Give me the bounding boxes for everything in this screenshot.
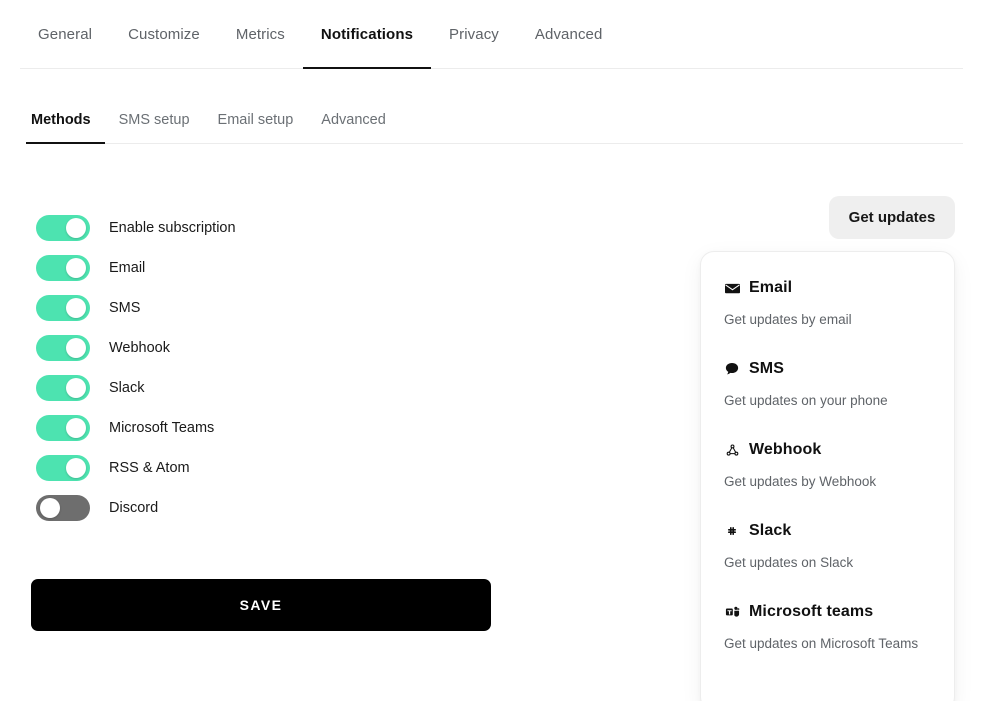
panel-item-header: Slack: [724, 522, 930, 540]
save-button[interactable]: SAVE: [31, 579, 491, 631]
tab-label: Notifications: [321, 26, 413, 43]
panel-item-description: Get updates by Webhook: [724, 472, 930, 492]
tab-customize[interactable]: Customize: [110, 0, 218, 69]
panel-item-header: Microsoft teams: [724, 603, 930, 621]
panel-item-slack[interactable]: Slack Get updates on Slack: [701, 522, 954, 573]
panel-item-header: SMS: [724, 360, 930, 378]
envelope-icon: [724, 280, 740, 296]
panel-item-description: Get updates by email: [724, 310, 930, 330]
toggle-row-microsoft-teams[interactable]: Microsoft Teams: [36, 408, 496, 448]
subtab-label: Advanced: [321, 112, 386, 128]
panel-item-header: Webhook: [724, 441, 930, 459]
tab-notifications[interactable]: Notifications: [303, 0, 431, 69]
toggle-label: Discord: [109, 500, 158, 516]
panel-item-title: Microsoft teams: [749, 603, 873, 621]
toggle-knob: [66, 418, 86, 438]
toggle-label: Enable subscription: [109, 220, 236, 236]
toggle-knob: [66, 258, 86, 278]
toggle-row-webhook[interactable]: Webhook: [36, 328, 496, 368]
panel-item-description: Get updates on Microsoft Teams: [724, 634, 930, 654]
toggle-switch-email[interactable]: [36, 255, 90, 281]
notifications-subtab-bar: Methods SMS setup Email setup Advanced: [26, 96, 963, 144]
tab-privacy[interactable]: Privacy: [431, 0, 517, 69]
notification-methods-list: Enable subscription Email SMS Webhook Slack M…: [36, 208, 496, 528]
subtab-sms-setup[interactable]: SMS setup: [105, 96, 204, 144]
toggle-switch-rss-and-atom[interactable]: [36, 455, 90, 481]
toggle-row-discord[interactable]: Discord: [36, 488, 496, 528]
panel-item-title: Slack: [749, 522, 791, 540]
tab-label: Metrics: [236, 26, 285, 43]
toggle-switch-webhook[interactable]: [36, 335, 90, 361]
toggle-switch-enable-subscription[interactable]: [36, 215, 90, 241]
panel-item-title: Email: [749, 279, 792, 297]
toggle-label: Webhook: [109, 340, 170, 356]
subtab-advanced[interactable]: Advanced: [307, 96, 400, 144]
toggle-knob: [40, 498, 60, 518]
panel-item-description: Get updates on your phone: [724, 391, 930, 411]
toggle-row-slack[interactable]: Slack: [36, 368, 496, 408]
chat-bubble-icon: [724, 361, 740, 377]
toggle-knob: [66, 218, 86, 238]
settings-tab-bar: General Customize Metrics Notifications Priv…: [20, 0, 963, 69]
toggle-label: Email: [109, 260, 145, 276]
toggle-switch-sms[interactable]: [36, 295, 90, 321]
toggle-switch-slack[interactable]: [36, 375, 90, 401]
toggle-label: Slack: [109, 380, 144, 396]
toggle-row-email[interactable]: Email: [36, 248, 496, 288]
toggle-row-sms[interactable]: SMS: [36, 288, 496, 328]
toggle-knob: [66, 378, 86, 398]
tab-label: Advanced: [535, 26, 603, 43]
panel-item-header: Email: [724, 279, 930, 297]
toggle-row-enable-subscription[interactable]: Enable subscription: [36, 208, 496, 248]
panel-item-title: Webhook: [749, 441, 821, 459]
subtab-label: Email setup: [218, 112, 294, 128]
panel-item-webhook[interactable]: Webhook Get updates by Webhook: [701, 441, 954, 492]
toggle-switch-microsoft-teams[interactable]: [36, 415, 90, 441]
panel-item-sms[interactable]: SMS Get updates on your phone: [701, 360, 954, 411]
get-updates-button[interactable]: Get updates: [829, 196, 955, 239]
webhook-icon: [724, 442, 740, 458]
subtab-label: Methods: [31, 112, 91, 128]
toggle-row-rss-and-atom[interactable]: RSS & Atom: [36, 448, 496, 488]
toggle-label: Microsoft Teams: [109, 420, 214, 436]
toggle-knob: [66, 298, 86, 318]
toggle-knob: [66, 458, 86, 478]
tab-label: Customize: [128, 26, 200, 43]
toggle-label: RSS & Atom: [109, 460, 190, 476]
subtab-email-setup[interactable]: Email setup: [204, 96, 308, 144]
toggle-knob: [66, 338, 86, 358]
tab-label: Privacy: [449, 26, 499, 43]
slack-icon: [724, 523, 740, 539]
panel-item-email[interactable]: Email Get updates by email: [701, 279, 954, 330]
subtab-label: SMS setup: [119, 112, 190, 128]
toggle-label: SMS: [109, 300, 140, 316]
tab-general[interactable]: General: [20, 0, 110, 69]
tab-metrics[interactable]: Metrics: [218, 0, 303, 69]
tab-label: General: [38, 26, 92, 43]
microsoft-teams-icon: [724, 604, 740, 620]
panel-item-microsoft-teams[interactable]: Microsoft teams Get updates on Microsoft …: [701, 603, 954, 654]
get-updates-dropdown-panel: Email Get updates by email SMS Get updates …: [700, 251, 955, 701]
subtab-methods[interactable]: Methods: [26, 96, 105, 144]
panel-item-description: Get updates on Slack: [724, 553, 930, 573]
panel-item-title: SMS: [749, 360, 784, 378]
tab-advanced[interactable]: Advanced: [517, 0, 621, 69]
toggle-switch-discord[interactable]: [36, 495, 90, 521]
